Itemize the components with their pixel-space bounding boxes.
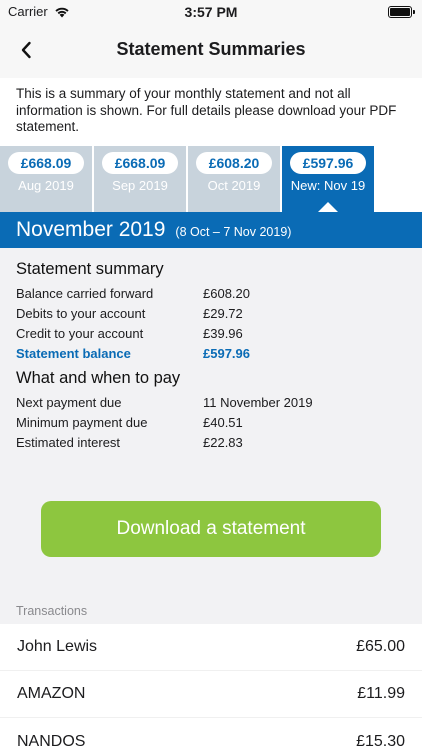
battery-icon — [388, 6, 415, 18]
payment-row: Estimated interest £22.83 — [16, 433, 406, 453]
row-value: £608.20 — [203, 286, 250, 301]
statement-tabs: £668.09 Aug 2019 £668.09 Sep 2019 £608.2… — [0, 146, 422, 212]
navigation-bar: Statement Summaries — [0, 24, 422, 78]
statement-balance-row: Statement balance £597.96 — [16, 344, 406, 364]
transactions-header: Transactions — [16, 604, 88, 618]
row-label: Debits to your account — [16, 306, 146, 321]
page-title: Statement Summaries — [116, 39, 306, 59]
download-statement-button[interactable]: Download a statement — [41, 501, 381, 557]
intro-text: This is a summary of your monthly statem… — [0, 78, 422, 146]
payment-row: Next payment due 11 November 2019 — [16, 393, 406, 413]
transaction-row[interactable]: John Lewis £65.00 — [0, 624, 422, 671]
month-date-range: (8 Oct – 7 Nov 2019) — [175, 225, 292, 239]
payment-row: Minimum payment due £40.51 — [16, 413, 406, 433]
what-to-pay-heading: What and when to pay — [16, 369, 181, 387]
row-value: £40.51 — [203, 415, 243, 430]
transaction-amount: £65.00 — [356, 638, 405, 655]
row-value: £597.96 — [203, 346, 250, 361]
row-label: Next payment due — [16, 395, 122, 410]
tab-amount: £608.20 — [196, 152, 272, 174]
row-value: £22.83 — [203, 435, 243, 450]
tab-label: Sep 2019 — [112, 178, 168, 193]
statement-summary-heading: Statement summary — [16, 260, 164, 278]
transaction-merchant: John Lewis — [17, 638, 98, 655]
month-title: November 2019 — [16, 218, 166, 241]
row-value: 11 November 2019 — [203, 395, 313, 410]
row-label: Minimum payment due — [16, 415, 148, 430]
transaction-merchant: AMAZON — [17, 685, 86, 702]
row-label: Estimated interest — [16, 435, 121, 450]
row-label: Statement balance — [16, 346, 131, 361]
statement-details: Statement summary Balance carried forwar… — [0, 248, 422, 612]
tab-amount: £597.96 — [290, 152, 366, 174]
row-value: £29.72 — [203, 306, 243, 321]
row-label: Balance carried forward — [16, 286, 154, 301]
tab-oct-2019[interactable]: £608.20 Oct 2019 — [188, 146, 280, 212]
transaction-amount: £11.99 — [357, 685, 405, 702]
tab-aug-2019[interactable]: £668.09 Aug 2019 — [0, 146, 92, 212]
clock: 3:57 PM — [184, 4, 238, 20]
tab-label: Oct 2019 — [207, 178, 261, 193]
summary-row: Credit to your account £39.96 — [16, 324, 406, 344]
transaction-merchant: NANDOS — [17, 732, 86, 750]
transaction-row[interactable]: AMAZON £11.99 — [0, 671, 422, 718]
transactions-list: John Lewis £65.00 AMAZON £11.99 NANDOS £… — [0, 624, 422, 750]
summary-row: Balance carried forward £608.20 — [16, 284, 406, 304]
tab-nov-2019[interactable]: £597.96 New: Nov 19 — [282, 146, 374, 212]
summary-row: Debits to your account £29.72 — [16, 304, 406, 324]
selected-caret-icon — [318, 202, 338, 212]
tab-amount: £668.09 — [8, 152, 84, 174]
status-bar: Carrier 3:57 PM — [0, 0, 422, 24]
transaction-amount: £15.30 — [356, 732, 405, 750]
row-label: Credit to your account — [16, 326, 144, 341]
tab-label: New: Nov 19 — [290, 178, 366, 193]
row-value: £39.96 — [203, 326, 243, 341]
tab-label: Aug 2019 — [18, 178, 74, 193]
month-header: November 2019 (8 Oct – 7 Nov 2019) — [0, 212, 422, 248]
tab-amount: £668.09 — [102, 152, 178, 174]
transaction-row[interactable]: NANDOS £15.30 — [0, 718, 422, 750]
tab-sep-2019[interactable]: £668.09 Sep 2019 — [94, 146, 186, 212]
